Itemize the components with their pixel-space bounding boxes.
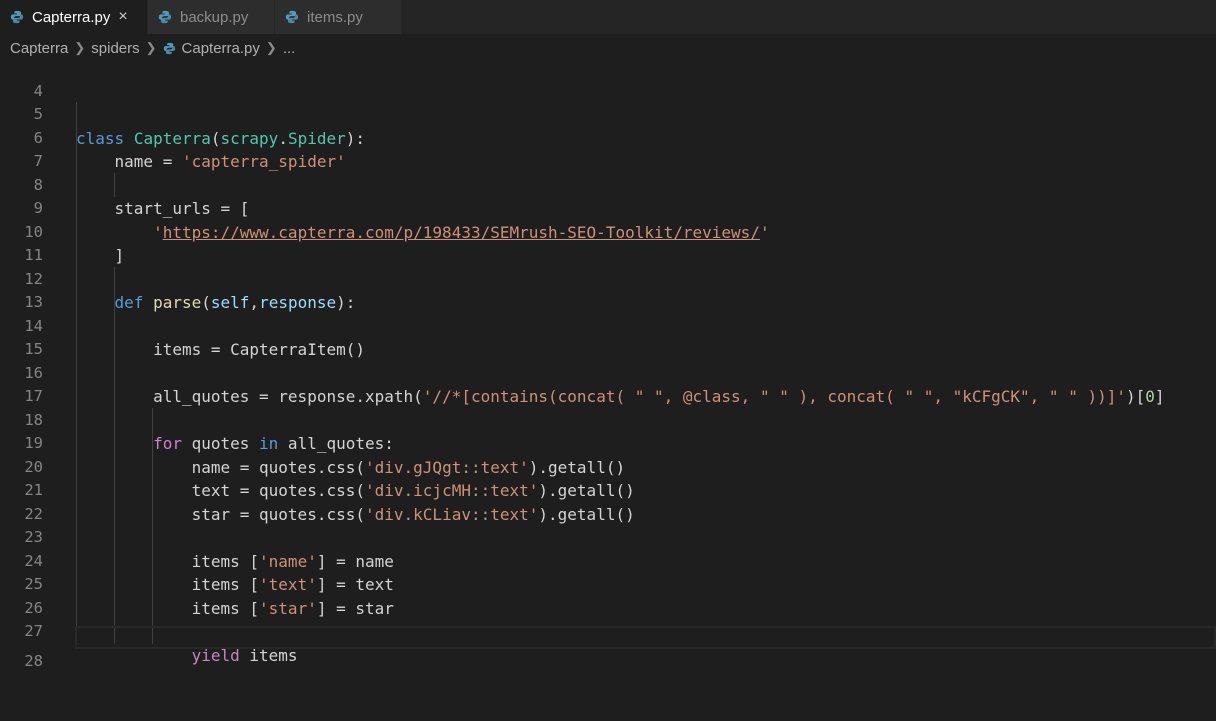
- line-number: 28: [24, 651, 43, 670]
- breadcrumb-item-capterra[interactable]: Capterra: [10, 40, 68, 57]
- code-line: 6 name = 'capterra_spider': [0, 103, 1216, 172]
- close-icon[interactable]: ×: [118, 9, 127, 25]
- code-line: 20 text = quotes.css('div.icjcMH::text')…: [0, 432, 1216, 501]
- code-line: 8 start_urls = [: [0, 150, 1216, 219]
- breadcrumb-item-spiders[interactable]: spiders: [91, 40, 139, 57]
- code-line: 4: [0, 56, 1216, 100]
- code-line: 24 items ['text'] = text: [0, 526, 1216, 595]
- python-file-icon: [10, 10, 24, 24]
- code-line: 12 def parse(self,response):: [0, 244, 1216, 313]
- code-line: 5 class Capterra(scrapy.Spider):: [0, 80, 1216, 148]
- python-file-icon: [163, 42, 175, 54]
- code-line: 13: [0, 268, 1216, 311]
- tab-items-py[interactable]: items.py: [275, 0, 402, 34]
- code-line: 15: [0, 315, 1216, 358]
- code-line: 14 items = CapterraItem(): [0, 291, 1216, 360]
- code-line: 17: [0, 362, 1216, 405]
- tab-capterra-py[interactable]: Capterra.py ×: [0, 0, 148, 34]
- code-line: 28: [0, 626, 1216, 670]
- tab-label: Capterra.py: [32, 8, 111, 26]
- code-line: 19 name = quotes.css('div.gJQgt::text').…: [0, 409, 1216, 477]
- breadcrumb-item-file[interactable]: Capterra.py: [182, 40, 260, 57]
- chevron-right-icon: ❯: [145, 40, 157, 55]
- code-editor[interactable]: 4 5 class Capterra(scrapy.Spider): 6 nam…: [0, 62, 1216, 721]
- code-line: 7: [0, 127, 1216, 170]
- python-file-icon: [285, 10, 299, 24]
- code-line: 11: [0, 221, 1216, 264]
- chevron-right-icon: ❯: [265, 40, 277, 55]
- code-line: 10 ]: [0, 197, 1216, 266]
- code-line: 9 'https://www.capterra.com/p/198433/SEM…: [0, 174, 1216, 242]
- breadcrumb-item-symbol[interactable]: ...: [283, 40, 296, 57]
- code-line: 25 items ['star'] = star: [0, 550, 1216, 618]
- tab-backup-py[interactable]: backup.py: [148, 0, 275, 34]
- chevron-right-icon: ❯: [74, 40, 86, 55]
- code-line: 23 items ['name'] = name: [0, 503, 1216, 571]
- code-line: 22: [0, 479, 1216, 523]
- code-line: 27 yield items: [0, 597, 1216, 665]
- tab-label: backup.py: [180, 8, 249, 26]
- code-line: 16 all_quotes = response.xpath('//*[cont…: [0, 338, 1216, 407]
- python-file-icon: [158, 10, 172, 24]
- tab-label: items.py: [307, 8, 363, 26]
- tab-bar-empty: [402, 0, 1216, 34]
- code-line: 18 for quotes in all_quotes:: [0, 385, 1216, 454]
- code-line: 21 star = quotes.css('div.kCLiav::text')…: [0, 456, 1216, 524]
- code-line: 26: [0, 573, 1216, 617]
- tab-bar: Capterra.py × backup.py items.py: [0, 0, 1216, 34]
